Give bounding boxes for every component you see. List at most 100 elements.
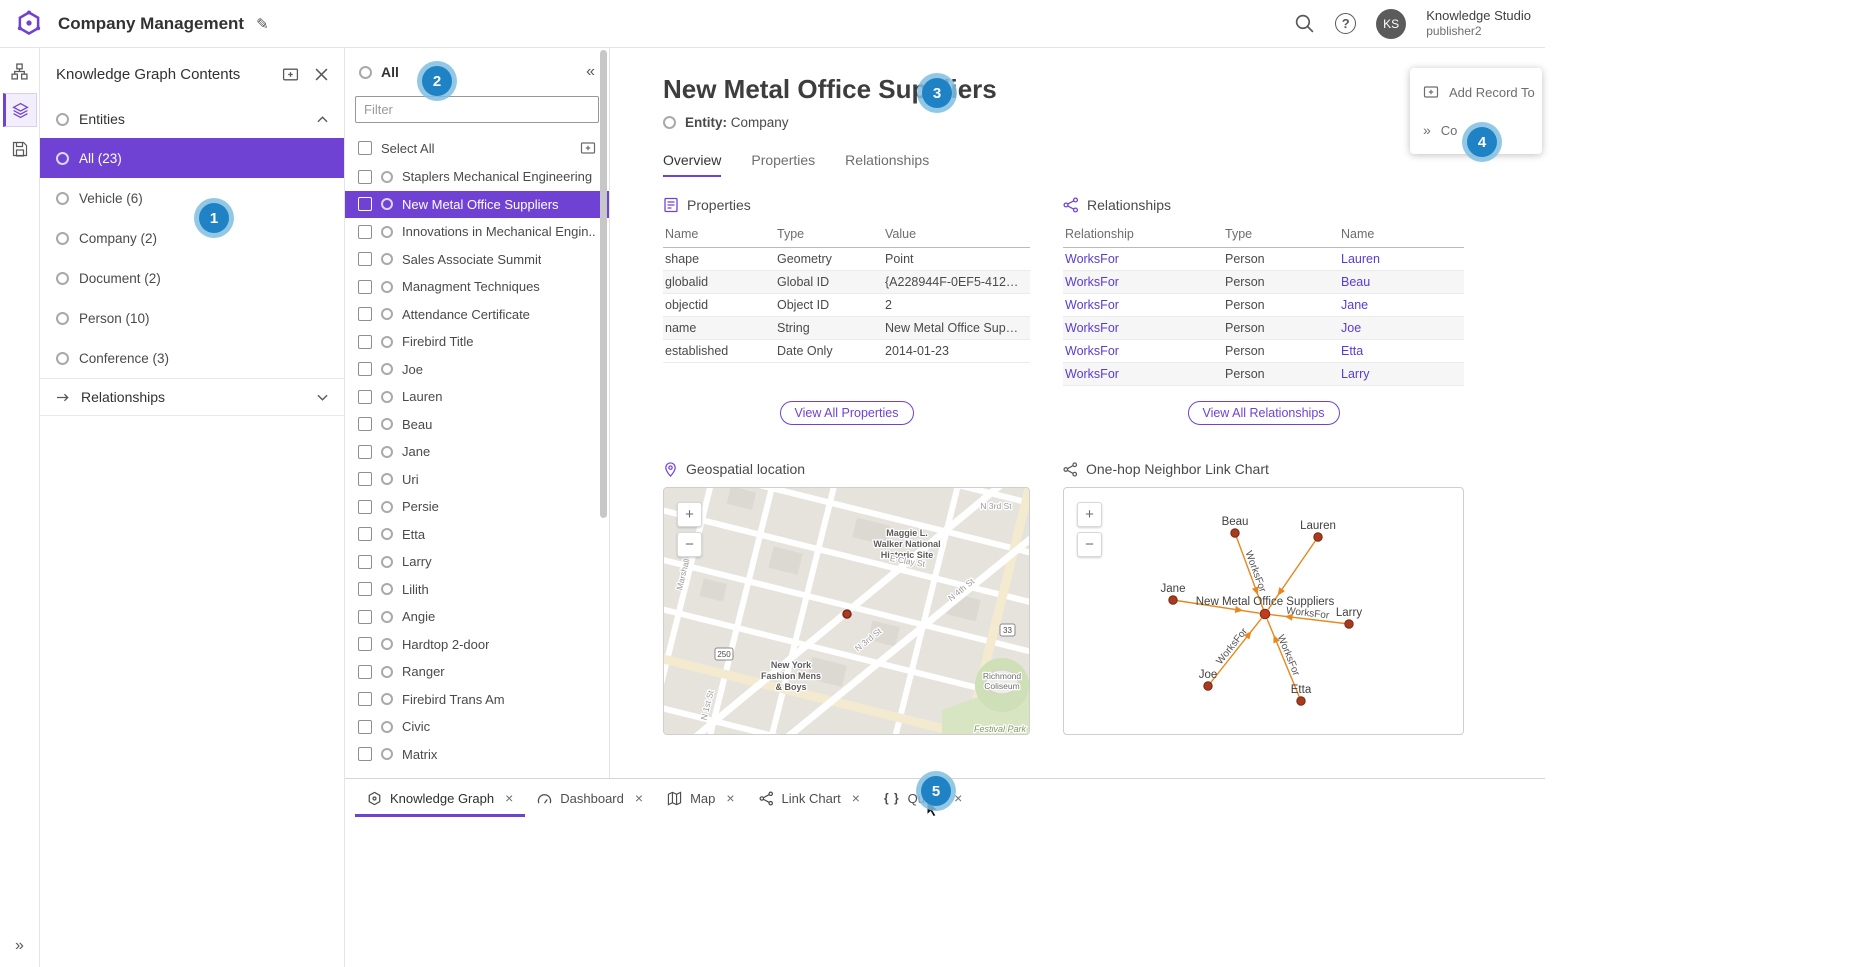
map-marker[interactable] bbox=[843, 610, 851, 618]
record-checkbox[interactable] bbox=[358, 225, 372, 239]
entity-type-item[interactable]: Person (10) bbox=[40, 298, 344, 338]
table-link-cell[interactable]: WorksFor bbox=[1063, 294, 1223, 317]
table-link-cell[interactable]: WorksFor bbox=[1063, 248, 1223, 271]
table-link-cell[interactable]: WorksFor bbox=[1063, 317, 1223, 340]
help-icon[interactable]: ? bbox=[1335, 13, 1356, 34]
record-checkbox[interactable] bbox=[358, 362, 372, 376]
record-item[interactable]: Jane bbox=[345, 438, 609, 466]
neighbor-node[interactable] bbox=[1345, 620, 1353, 628]
tab-properties[interactable]: Properties bbox=[751, 152, 815, 177]
close-tab-icon[interactable]: × bbox=[635, 790, 643, 806]
record-checkbox[interactable] bbox=[358, 555, 372, 569]
record-checkbox[interactable] bbox=[358, 252, 372, 266]
record-item[interactable]: Persie bbox=[345, 493, 609, 521]
record-item[interactable]: Etta bbox=[345, 521, 609, 549]
entity-type-item[interactable]: Vehicle (6) bbox=[40, 178, 344, 218]
table-link-cell[interactable]: Etta bbox=[1339, 340, 1464, 363]
zoom-out-button[interactable]: − bbox=[1077, 532, 1102, 557]
neighbor-node[interactable] bbox=[1169, 596, 1177, 604]
center-node[interactable] bbox=[1260, 609, 1270, 619]
record-item[interactable]: Hardtop 2-door bbox=[345, 631, 609, 659]
zoom-in-button[interactable]: + bbox=[677, 502, 702, 527]
record-item[interactable]: Ranger bbox=[345, 658, 609, 686]
record-item[interactable]: Lilith bbox=[345, 576, 609, 604]
record-checkbox[interactable] bbox=[358, 390, 372, 404]
table-link-cell[interactable]: Jane bbox=[1339, 294, 1464, 317]
layers-icon[interactable] bbox=[3, 93, 37, 127]
record-checkbox[interactable] bbox=[358, 472, 372, 486]
record-item[interactable]: Sales Associate Summit bbox=[345, 246, 609, 274]
close-tab-icon[interactable]: × bbox=[954, 790, 962, 806]
record-item[interactable]: Attendance Certificate bbox=[345, 301, 609, 329]
record-checkbox[interactable] bbox=[358, 417, 372, 431]
record-checkbox[interactable] bbox=[358, 445, 372, 459]
table-link-cell[interactable]: Larry bbox=[1339, 363, 1464, 386]
neighbor-node[interactable] bbox=[1204, 682, 1212, 690]
record-item[interactable]: Lauren bbox=[345, 383, 609, 411]
entity-type-item[interactable]: Document (2) bbox=[40, 258, 344, 298]
hierarchy-icon[interactable] bbox=[3, 54, 37, 88]
entity-type-item[interactable]: Company (2) bbox=[40, 218, 344, 258]
record-checkbox[interactable] bbox=[358, 637, 372, 651]
filter-input[interactable] bbox=[355, 96, 599, 123]
link-chart-svg[interactable]: WorksForWorksForWorksForWorksForBeauLaur… bbox=[1064, 488, 1464, 735]
record-checkbox[interactable] bbox=[358, 692, 372, 706]
view-tab-map[interactable]: Map× bbox=[655, 779, 746, 817]
record-checkbox[interactable] bbox=[358, 197, 372, 211]
record-item[interactable]: Innovations in Mechanical Engin... bbox=[345, 218, 609, 246]
record-checkbox[interactable] bbox=[358, 747, 372, 761]
neighbor-node[interactable] bbox=[1314, 533, 1322, 541]
record-item[interactable]: Larry bbox=[345, 548, 609, 576]
map-canvas[interactable]: Maggie L. Walker National Historic Site … bbox=[664, 488, 1030, 735]
record-item[interactable]: Firebird Title bbox=[345, 328, 609, 356]
select-all-row[interactable]: Select All bbox=[345, 133, 609, 163]
view-tab-link-chart[interactable]: Link Chart× bbox=[747, 779, 872, 817]
add-record-icon[interactable] bbox=[282, 66, 299, 83]
record-checkbox[interactable] bbox=[358, 335, 372, 349]
select-all-checkbox[interactable] bbox=[358, 141, 372, 155]
close-tab-icon[interactable]: × bbox=[505, 790, 513, 806]
table-link-cell[interactable]: WorksFor bbox=[1063, 271, 1223, 294]
record-item[interactable]: Civic bbox=[345, 713, 609, 741]
record-checkbox[interactable] bbox=[358, 170, 372, 184]
record-item[interactable]: Angie bbox=[345, 603, 609, 631]
view-all-relationships-button[interactable]: View All Relationships bbox=[1187, 401, 1339, 425]
neighbor-node[interactable] bbox=[1231, 529, 1239, 537]
zoom-out-button[interactable]: − bbox=[677, 532, 702, 557]
record-item[interactable]: Matrix bbox=[345, 741, 609, 769]
record-item[interactable]: Managment Techniques bbox=[345, 273, 609, 301]
menu-item-add-record-to[interactable]: Add Record To bbox=[1410, 73, 1542, 111]
record-item[interactable]: Staplers Mechanical Engineering bbox=[345, 163, 609, 191]
tab-relationships[interactable]: Relationships bbox=[845, 152, 929, 177]
scrollbar-thumb[interactable] bbox=[600, 50, 607, 518]
close-panel-icon[interactable] bbox=[315, 68, 328, 81]
view-tab-knowledge-graph[interactable]: Knowledge Graph× bbox=[355, 779, 525, 817]
table-link-cell[interactable]: Beau bbox=[1339, 271, 1464, 294]
neighbor-node[interactable] bbox=[1297, 697, 1305, 705]
record-checkbox[interactable] bbox=[358, 720, 372, 734]
entity-type-item[interactable]: All (23) bbox=[40, 138, 344, 178]
add-record-icon[interactable] bbox=[580, 140, 596, 156]
view-tab-dashboard[interactable]: Dashboard× bbox=[525, 779, 655, 817]
save-icon[interactable] bbox=[3, 132, 37, 166]
close-tab-icon[interactable]: × bbox=[852, 790, 860, 806]
record-item[interactable]: Joe bbox=[345, 356, 609, 384]
close-tab-icon[interactable]: × bbox=[726, 790, 734, 806]
table-link-cell[interactable]: WorksFor bbox=[1063, 340, 1223, 363]
avatar[interactable]: KS bbox=[1376, 9, 1406, 39]
edit-title-icon[interactable]: ✎ bbox=[256, 15, 269, 33]
zoom-in-button[interactable]: + bbox=[1077, 502, 1102, 527]
view-all-properties-button[interactable]: View All Properties bbox=[780, 401, 914, 425]
record-item[interactable]: Firebird Trans Am bbox=[345, 686, 609, 714]
relationships-section-header[interactable]: Relationships bbox=[40, 378, 344, 416]
tab-overview[interactable]: Overview bbox=[663, 152, 721, 177]
record-checkbox[interactable] bbox=[358, 610, 372, 624]
expand-rail-icon[interactable]: » bbox=[0, 937, 40, 955]
search-icon[interactable] bbox=[1294, 13, 1315, 34]
record-checkbox[interactable] bbox=[358, 582, 372, 596]
record-checkbox[interactable] bbox=[358, 500, 372, 514]
record-checkbox[interactable] bbox=[358, 307, 372, 321]
record-checkbox[interactable] bbox=[358, 665, 372, 679]
record-item[interactable]: Uri bbox=[345, 466, 609, 494]
record-checkbox[interactable] bbox=[358, 280, 372, 294]
